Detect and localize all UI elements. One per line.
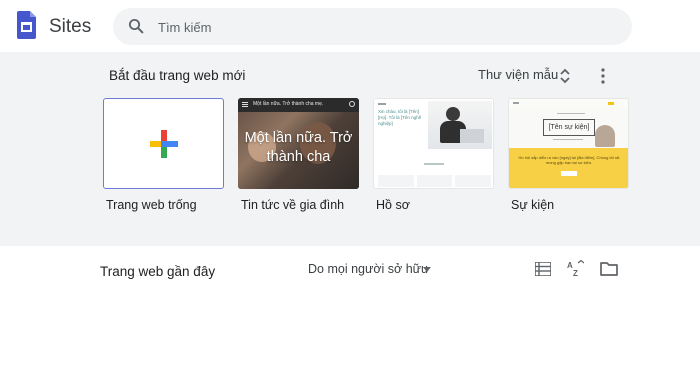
- profile-label[interactable]: Hồ sơ: [376, 198, 410, 212]
- laptop-shape: [460, 129, 484, 143]
- more-vert-icon[interactable]: [600, 68, 606, 84]
- preview-event-title: [Tên sự kiện]: [543, 119, 595, 136]
- event-template-card[interactable]: [Tên sự kiện] Hồ hội sắp diễn ra vào [ng…: [508, 98, 629, 189]
- menu-icon: [242, 102, 248, 107]
- preview-nav-bar: Một lần nữa. Trở thành cha mẹ.: [238, 98, 359, 112]
- search-bar[interactable]: [113, 8, 632, 45]
- preview-search-icon: [349, 101, 355, 107]
- person-head: [446, 107, 460, 121]
- preview-caption-line: [424, 163, 444, 165]
- preview-event-text: Hồ hội sắp diễn ra vào [ngày] tại [địa đ…: [518, 155, 620, 165]
- preview-hero-text: Một lần nữa. Trở thành cha: [244, 130, 353, 165]
- preview-columns: [378, 175, 492, 187]
- folder-icon[interactable]: [600, 261, 618, 276]
- google-plus-icon: [150, 130, 178, 158]
- speaker-figure: [595, 125, 615, 147]
- owner-filter-dropdown[interactable]: Do mọi người sở hữu: [308, 262, 428, 276]
- preview-bar-text: Một lần nữa. Trở thành cha mẹ.: [253, 101, 324, 107]
- google-sites-logo-icon[interactable]: [17, 11, 36, 39]
- preview-cta-button: [561, 171, 577, 176]
- list-view-icon[interactable]: [535, 262, 551, 276]
- template-gallery-panel: Bắt đầu trang web mới Thư viện mẫu Trang…: [0, 52, 700, 246]
- template-gallery-button[interactable]: Thư viện mẫu: [478, 67, 558, 82]
- preview-date-line: [553, 139, 583, 140]
- blank-site-label[interactable]: Trang web trống: [106, 198, 197, 212]
- preview-heading: Xin chào, tôi là [Tên] [Họ]. Tôi là [Tên…: [378, 109, 422, 126]
- preview-subtitle-line: [557, 113, 585, 114]
- search-icon[interactable]: [127, 17, 145, 35]
- svg-text:Z: Z: [573, 269, 578, 277]
- preview-header-button: [608, 102, 614, 105]
- blank-site-card[interactable]: [103, 98, 224, 189]
- top-app-bar: Sites: [0, 0, 700, 52]
- search-input[interactable]: [158, 16, 598, 38]
- preview-logo-mark: [378, 103, 386, 105]
- app-name[interactable]: Sites: [49, 16, 91, 38]
- profile-template-card[interactable]: Xin chào, tôi là [Tên] [Họ]. Tôi là [Tên…: [373, 98, 494, 189]
- event-label[interactable]: Sự kiện: [511, 198, 554, 212]
- start-new-site-title: Bắt đầu trang web mới: [109, 68, 246, 83]
- unfold-more-icon[interactable]: [559, 68, 571, 84]
- sort-az-icon[interactable]: A Z: [567, 260, 584, 277]
- preview-logo-mark: [513, 102, 519, 104]
- arrow-drop-down-icon[interactable]: [423, 267, 431, 272]
- family-news-label[interactable]: Tin tức về gia đình: [241, 198, 344, 212]
- family-news-template-card[interactable]: Một lần nữa. Trở thành cha mẹ. Một lần n…: [238, 98, 359, 189]
- recent-sites-title: Trang web gần đây: [100, 264, 216, 279]
